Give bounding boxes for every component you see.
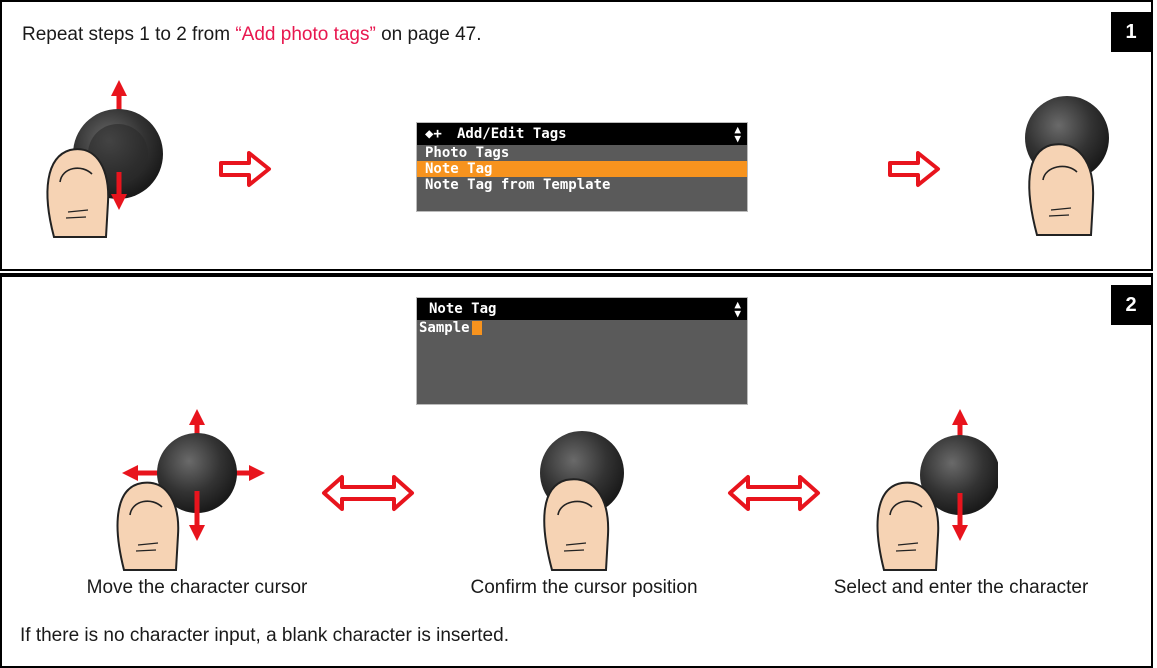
step-2-panel: 2 Note Tag ▲ ▼ Sample Move the character… [0,273,1153,668]
caption-move-cursor: Move the character cursor [86,577,308,598]
instruction-text: Repeat steps 1 to 2 from [22,24,236,45]
step-1-panel: Repeat steps 1 to 2 from “Add photo tags… [0,0,1153,271]
rotate-knob-up-down-icon [876,408,998,571]
note-text-field[interactable]: Sample [417,320,747,336]
note-tag-screen: Note Tag ▲ ▼ Sample [416,297,748,405]
add-edit-tags-screen: ◆+ Add/Edit Tags ▲ ▼ Photo Tags Note Tag … [416,122,748,212]
caption-confirm-cursor: Confirm the cursor position [470,577,698,598]
step-number-badge: 2 [1111,285,1151,325]
text-cursor [471,321,482,335]
menu-item-note-tag-from-template[interactable]: Note Tag from Template [417,177,747,193]
double-arrow-icon [322,475,414,511]
menu-item-photo-tags[interactable]: Photo Tags [417,145,747,161]
caption-select-character: Select and enter the character [833,577,1089,598]
screen-title-bar: Note Tag ▲ ▼ [417,298,747,320]
blank-character-note: If there is no character input, a blank … [20,625,509,646]
step-number-badge: 1 [1111,12,1151,52]
right-arrow-icon [888,151,940,187]
tag-add-icon: ◆+ [425,126,442,142]
menu-item-note-tag[interactable]: Note Tag [417,161,747,177]
note-text-value: Sample [419,320,470,336]
right-arrow-icon [219,151,271,187]
press-knob-icon [1025,96,1109,236]
move-cursor-knob-icon [116,408,266,571]
scroll-indicator-icon: ▲ ▼ [734,298,741,320]
rotate-knob-up-down-icon [46,79,163,238]
screen-title: Note Tag [429,301,497,317]
press-knob-icon [540,431,624,571]
screen-title-bar: ◆+ Add/Edit Tags ▲ ▼ [417,123,747,145]
double-arrow-icon [728,475,820,511]
add-photo-tags-link[interactable]: “Add photo tags” [235,24,375,45]
screen-title: Add/Edit Tags [457,126,567,142]
instruction-text-end: on page 47. [375,24,482,45]
step-1-instruction: Repeat steps 1 to 2 from “Add photo tags… [22,24,481,46]
scroll-indicator-icon: ▲ ▼ [734,123,741,145]
